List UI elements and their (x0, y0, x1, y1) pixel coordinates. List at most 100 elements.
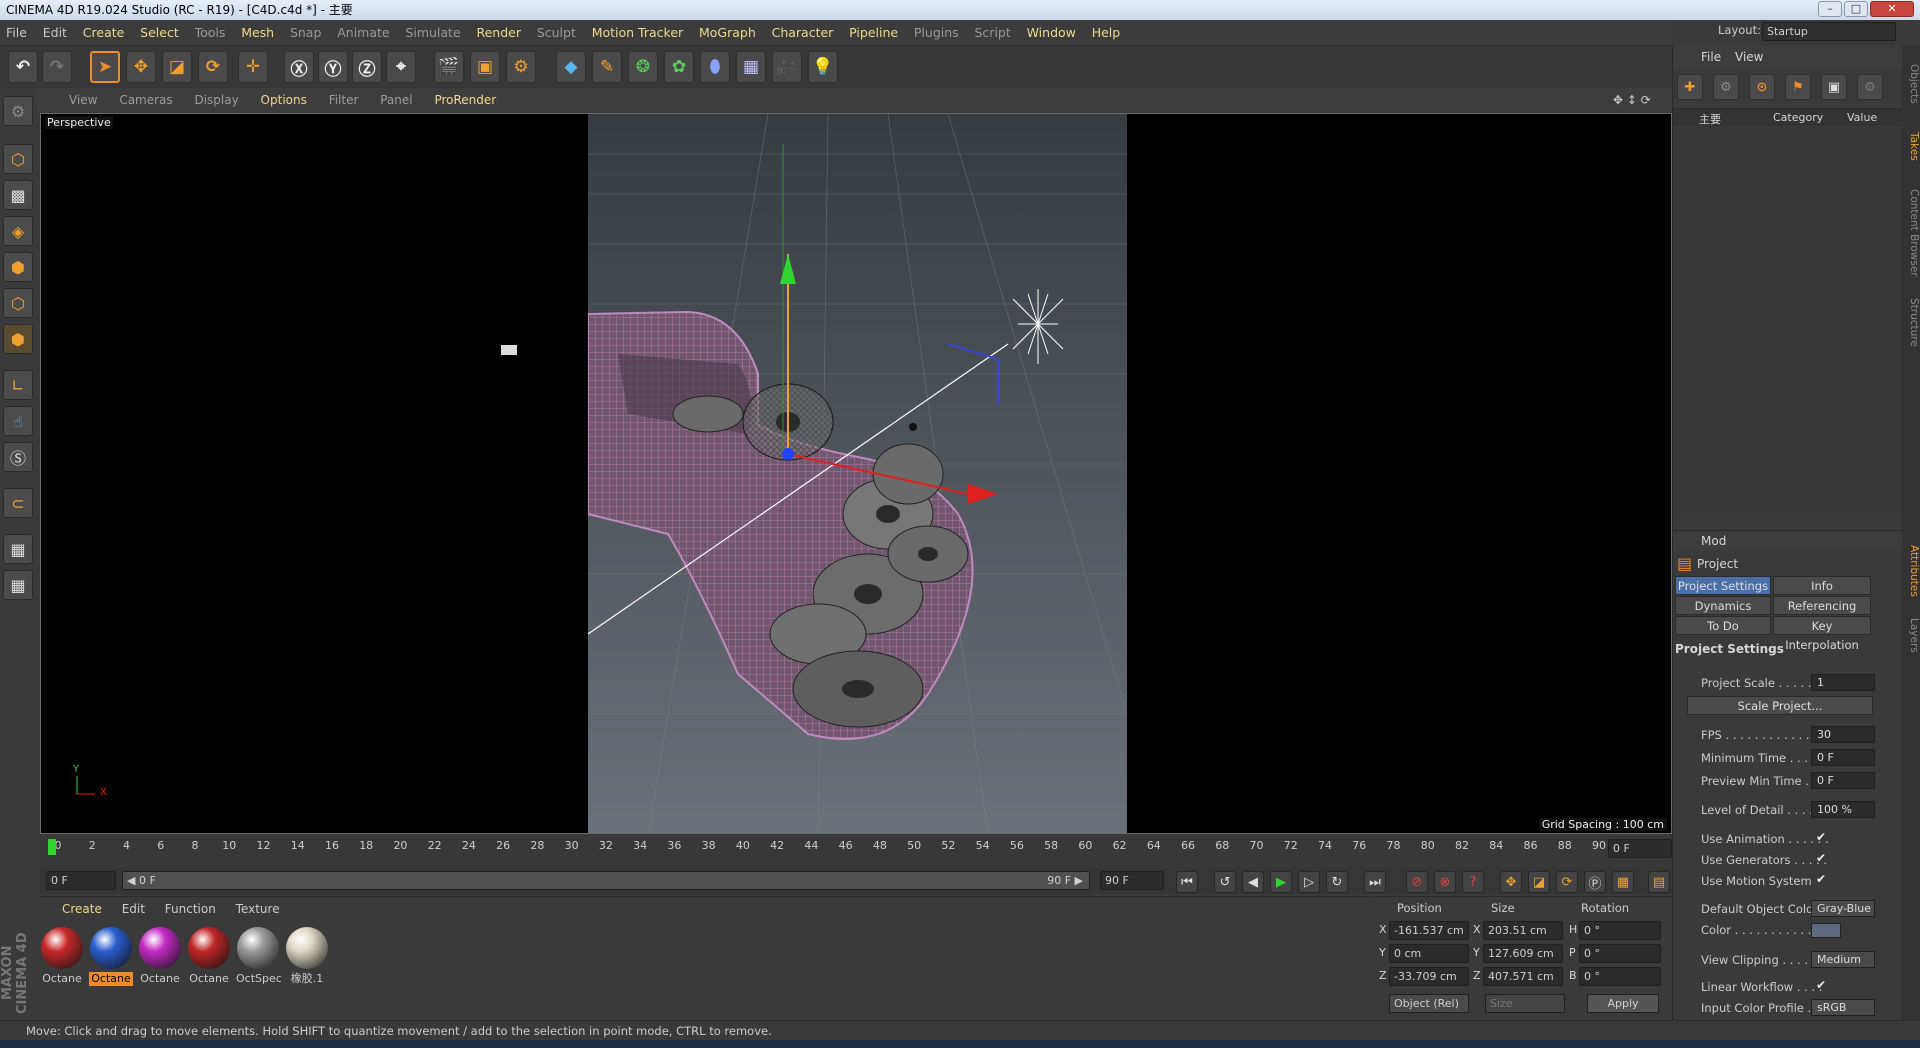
menu-file[interactable]: File (0, 20, 33, 46)
material-swatch-selected[interactable]: Octane (89, 927, 133, 989)
vp-menu-cameras[interactable]: Cameras (110, 88, 181, 112)
points-mode-icon[interactable]: ⬢ (3, 252, 33, 282)
menu-tools[interactable]: Tools (189, 20, 232, 46)
material-swatch[interactable]: Octane (40, 927, 84, 989)
lock-workplane-icon[interactable]: ▦ (3, 534, 33, 564)
mat-menu-create[interactable]: Create (54, 897, 110, 921)
coord-mode-dropdown[interactable]: Object (Rel) (1389, 994, 1469, 1013)
timeline-window-icon[interactable]: ▤ (1648, 871, 1670, 893)
planar-workplane-icon[interactable]: ▦ (3, 570, 33, 600)
level-of-detail-field[interactable]: 100 % (1811, 801, 1875, 818)
timeline-ruler[interactable]: 0 2 4 6 8 10 12 14 16 18 20 22 24 26 28 30 32 34 36 38 40 42 4… (48, 836, 1608, 856)
x-axis-icon[interactable]: Ⓧ (284, 51, 314, 83)
mat-menu-function[interactable]: Function (157, 897, 224, 921)
current-frame-field[interactable]: 0 F (1608, 839, 1672, 858)
menu-edit[interactable]: Edit (37, 20, 73, 46)
scale-project-button[interactable]: Scale Project... (1687, 696, 1873, 715)
tab-referencing[interactable]: Referencing (1773, 596, 1871, 615)
tab-key-interpolation[interactable]: Key Interpolation (1773, 616, 1871, 652)
preview-min-time-field[interactable]: 0 F (1811, 772, 1875, 789)
key-pla-icon[interactable]: ▦ (1612, 871, 1634, 893)
tab-project-settings[interactable]: Project Settings (1675, 576, 1771, 595)
linear-workflow-checkbox[interactable]: ✔ (1816, 978, 1826, 992)
position-y-field[interactable]: 0 cm (1389, 944, 1469, 963)
apply-button[interactable]: Apply (1587, 994, 1659, 1013)
make-editable-icon[interactable]: ⚙ (3, 96, 33, 126)
size-y-field[interactable]: 127.609 cm (1483, 944, 1563, 963)
vp-menu-panel[interactable]: Panel (371, 88, 421, 112)
color-swatch[interactable] (1811, 923, 1841, 938)
side-tab-layers[interactable]: Layers (1902, 610, 1920, 660)
mat-menu-edit[interactable]: Edit (114, 897, 153, 921)
menu-help[interactable]: Help (1086, 20, 1127, 46)
frame-range-slider[interactable]: ◀ 0 F 90 F ▶ (122, 871, 1090, 890)
subdivision-icon[interactable]: ❂ (628, 51, 658, 83)
tab-dynamics[interactable]: Dynamics (1675, 596, 1771, 615)
keyframe-selection-icon[interactable]: ? (1462, 871, 1484, 893)
project-scale-field[interactable]: 1 (1811, 674, 1875, 691)
goto-end-icon[interactable]: ⏭ (1364, 871, 1386, 893)
playhead[interactable] (48, 839, 56, 855)
rotate-icon[interactable]: ⟳ (198, 51, 228, 83)
tree-item[interactable]: 主要 (1699, 111, 1721, 127)
menu-window[interactable]: Window (1021, 20, 1082, 46)
vp-menu-display[interactable]: Display (185, 88, 247, 112)
record-keys-icon[interactable]: ⊘ (1406, 871, 1428, 893)
render-settings-icon[interactable]: ⚙ (506, 51, 536, 83)
menu-character[interactable]: Character (766, 20, 840, 46)
menu-simulate[interactable]: Simulate (399, 20, 466, 46)
select-arrow-icon[interactable]: ➤ (90, 51, 120, 83)
axis-mode-icon[interactable]: ∟ (3, 370, 33, 400)
menu-pipeline[interactable]: Pipeline (843, 20, 904, 46)
workplane-icon[interactable]: ◈ (3, 216, 33, 246)
next-key-icon[interactable]: ↻ (1326, 871, 1348, 893)
render-view-icon[interactable]: 🎬 (434, 51, 464, 83)
viewport-perspective[interactable]: Perspective Y X Grid Spacing: 100 cm (40, 113, 1672, 834)
material-swatch[interactable]: 橡胶.1 (285, 927, 329, 989)
edges-mode-icon[interactable]: ⬡ (3, 288, 33, 318)
key-scale-icon[interactable]: ◪ (1528, 871, 1550, 893)
world-coordinates-icon[interactable]: ⌖ (386, 51, 416, 83)
size-mode-dropdown[interactable]: Size (1485, 994, 1565, 1013)
move-icon[interactable]: ✥ (126, 51, 156, 83)
end-frame-field[interactable]: 90 F (1100, 871, 1164, 890)
rotation-b-field[interactable]: 0 ° (1579, 967, 1661, 986)
obj-menu-file[interactable]: File (1701, 50, 1721, 64)
layout-dropdown[interactable]: Startup (1762, 22, 1896, 41)
menu-script[interactable]: Script (969, 20, 1017, 46)
obj-menu-view[interactable]: View (1735, 50, 1763, 64)
transform-icon[interactable]: ✛ (238, 51, 268, 83)
menu-plugins[interactable]: Plugins (908, 20, 965, 46)
rotation-h-field[interactable]: 0 ° (1579, 921, 1661, 940)
render-picture-viewer-icon[interactable]: ▣ (470, 51, 500, 83)
material-swatch[interactable]: OctSpec (236, 927, 282, 989)
tweak-mode-icon[interactable]: ☝ (3, 406, 33, 436)
menu-motion-tracker[interactable]: Motion Tracker (586, 20, 689, 46)
camera-icon[interactable]: 🎥 (772, 51, 802, 83)
minimize-button[interactable]: – (1818, 1, 1842, 17)
take-auto-icon[interactable]: ⚑ (1785, 74, 1811, 100)
snap-icon[interactable]: Ⓢ (3, 442, 33, 472)
fps-field[interactable]: 30 (1811, 726, 1875, 743)
scale-icon[interactable]: ◪ (162, 51, 192, 83)
material-swatch[interactable]: Octane (138, 927, 182, 989)
side-tab-content-browser[interactable]: Content Browser (1902, 178, 1920, 288)
redo-icon[interactable]: ↷ (42, 51, 72, 83)
rotation-p-field[interactable]: 0 ° (1579, 944, 1661, 963)
view-clipping-dropdown[interactable]: Medium (1811, 951, 1875, 968)
goto-start-icon[interactable]: ⏮ (1176, 871, 1198, 893)
take-override-icon[interactable]: ⚙ (1713, 74, 1739, 100)
size-x-field[interactable]: 203.51 cm (1483, 921, 1563, 940)
vp-menu-options[interactable]: Options (252, 88, 316, 112)
floor-icon[interactable]: ▦ (736, 51, 766, 83)
take-icon[interactable]: ✚ (1677, 74, 1703, 100)
menu-render[interactable]: Render (470, 20, 527, 46)
position-z-field[interactable]: -33.709 cm (1389, 967, 1469, 986)
magnet-icon[interactable]: ⊂ (3, 488, 33, 518)
polygons-mode-icon[interactable]: ⬢ (3, 324, 33, 354)
take-lock-icon[interactable]: ⚙ (1857, 74, 1883, 100)
start-frame-field[interactable]: 0 F (46, 871, 116, 890)
pen-icon[interactable]: ✎ (592, 51, 622, 83)
vp-menu-prorender[interactable]: ProRender (425, 88, 505, 112)
default-object-color-dropdown[interactable]: Gray-Blue (1811, 900, 1875, 917)
